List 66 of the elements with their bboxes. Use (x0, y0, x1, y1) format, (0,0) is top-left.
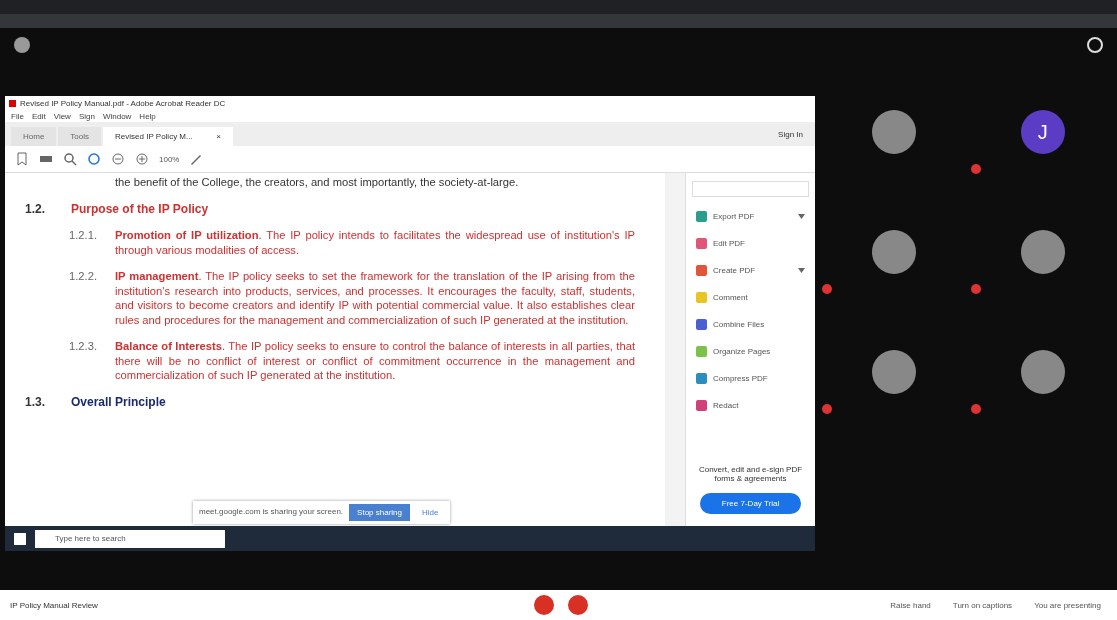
scrollbar[interactable] (665, 173, 685, 526)
tab[interactable]: Revised IP Policy M... × (103, 127, 234, 146)
tool-item[interactable]: Compress PDF (692, 365, 809, 392)
zoom-out-icon[interactable] (111, 152, 125, 166)
sharing-message: meet.google.com is sharing your screen. (199, 506, 344, 519)
mic-off-icon (822, 284, 832, 294)
sign-in-link[interactable]: Sign In (772, 129, 809, 139)
paragraph: the benefit of the College, the creators, and most importantly, the society-at-large. (115, 175, 520, 190)
taskbar-search-field[interactable]: Type here to search (35, 529, 225, 548)
menu-item[interactable]: Sign (78, 111, 95, 121)
tool-item[interactable]: Export PDF (692, 203, 809, 230)
window-title: Revised IP Policy Manual.pdf - Adobe Acrobat Reader DC (20, 98, 226, 108)
menu-item[interactable]: File (11, 111, 24, 121)
menu-item[interactable]: Help (139, 111, 156, 121)
photo-placeholder (872, 110, 917, 154)
zoom-level[interactable]: 100% (159, 154, 180, 164)
bookmark-icon[interactable] (15, 152, 29, 166)
stop-sharing-button[interactable]: Stop sharing (349, 504, 410, 521)
tool-item[interactable]: Redact (692, 392, 809, 419)
search-icon[interactable] (63, 152, 77, 166)
menu-item[interactable]: Window (102, 111, 132, 121)
paragraph: Balance of Interests. The IP policy seeks to ensure to control the balance of interests in all parties, that there will be no conflict of interest or conflict of commitment occurrence in the management and commercialization of such IP generated at the institution. (115, 339, 635, 383)
action-button[interactable]: Turn on captions (946, 599, 1019, 611)
mic-off-icon (970, 404, 981, 414)
menu-item[interactable]: View (53, 111, 71, 121)
mic-button[interactable] (568, 595, 589, 615)
search-field[interactable] (692, 181, 809, 197)
tool-item[interactable]: Edit PDF (692, 230, 809, 257)
trial-button[interactable]: Free 7-Day Trial (700, 493, 801, 514)
item-number: 1.2.1. (69, 228, 98, 243)
windows-icon[interactable] (13, 531, 27, 546)
mic-off-icon (822, 404, 832, 414)
paragraph: Promotion of IP utilization. The IP policy intends to facilitates the widespread use of institution's IP through various modalities of access. (115, 228, 635, 257)
promo-text: Convert, edit and e-sign PDF forms & agreements (697, 464, 804, 485)
tool-item[interactable]: Combine Files (692, 311, 809, 338)
tab[interactable]: Tools (58, 127, 102, 146)
tool-item[interactable]: Create PDF (692, 257, 809, 284)
tool-item[interactable]: Comment (692, 284, 809, 311)
tool-item[interactable]: Organize Pages (692, 338, 809, 365)
avatar-icon (14, 37, 30, 53)
photo-placeholder (872, 230, 917, 274)
section-number: 1.2. (25, 201, 45, 216)
photo-placeholder (1020, 350, 1065, 394)
menu-item[interactable]: Edit (31, 111, 46, 121)
pdf-icon (9, 99, 16, 107)
chevron-icon (798, 268, 805, 273)
mic-off-icon (970, 164, 981, 174)
action-button[interactable]: Raise hand (884, 599, 937, 611)
zoom-in-icon[interactable] (135, 152, 149, 166)
section-heading: Overall Principle (71, 394, 166, 409)
chevron-icon (798, 214, 805, 219)
mic-off-icon (970, 284, 981, 294)
leave-call-button[interactable] (534, 595, 555, 615)
action-button[interactable]: You are presenting (1028, 599, 1107, 611)
meeting-title: IP Policy Manual Review (10, 600, 98, 610)
user-icon[interactable] (1087, 37, 1103, 53)
section-number: 1.3. (25, 394, 45, 409)
photo-placeholder (1020, 230, 1065, 274)
avatar: J (1020, 110, 1065, 154)
item-number: 1.2.3. (69, 339, 98, 354)
tab[interactable]: Home (11, 127, 57, 146)
paragraph: IP management. The IP policy seeks to set the framework for the translation of the IP arising from the institution's research into products, services, and processes. It encourages the faculty, staff, students, and visitors to become creators and identify IP with potential commercial value. It also establishes clear rules and procedures for the management and commercialization of such IP generated at the institution. (115, 269, 635, 327)
item-number: 1.2.2. (69, 269, 98, 284)
hide-button[interactable]: Hide (416, 507, 445, 518)
photo-placeholder (872, 350, 917, 394)
section-heading: Purpose of the IP Policy (71, 201, 209, 216)
